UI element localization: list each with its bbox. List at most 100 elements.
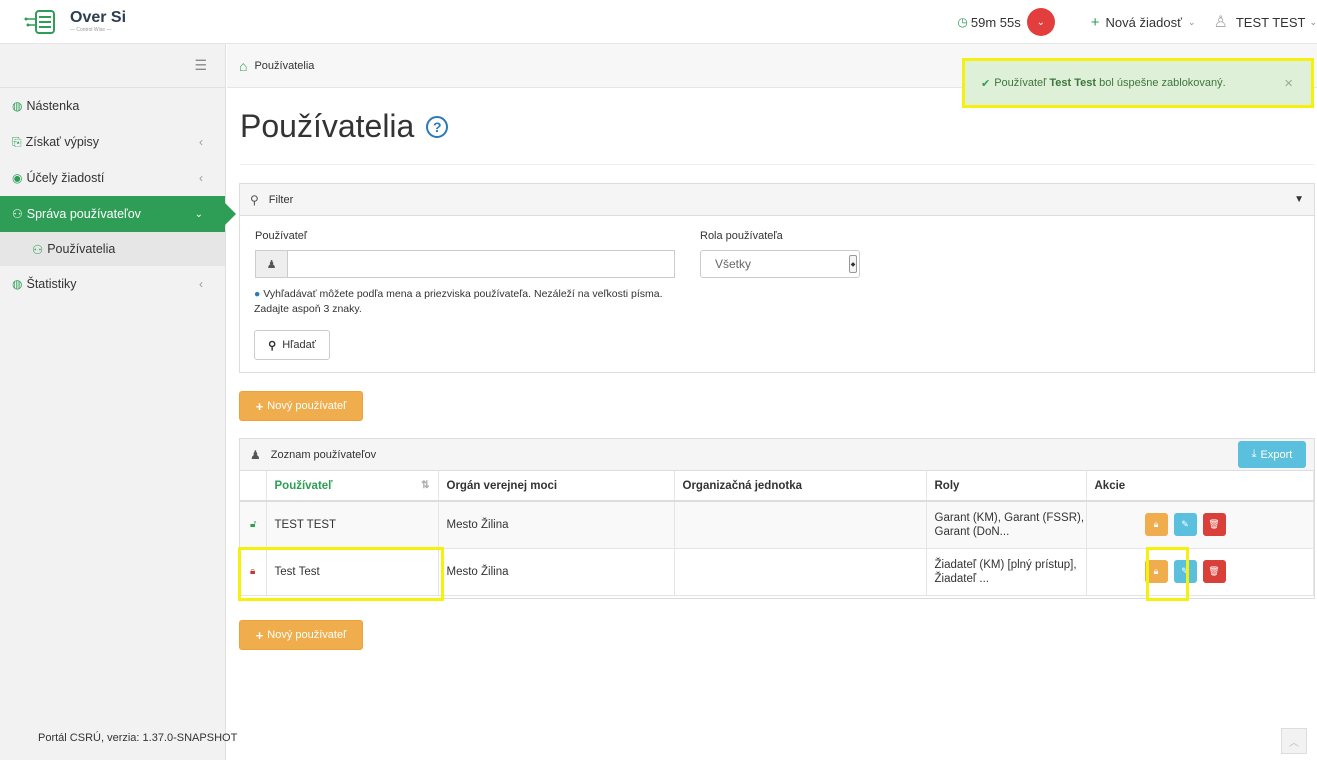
export-label: Export (1260, 448, 1293, 461)
select-arrow-icon: ◆ (849, 255, 857, 273)
plus-icon: + (255, 398, 264, 414)
sidebar-item-label: Štatistiky (26, 277, 77, 291)
cell-user: TEST TEST (266, 501, 439, 549)
column-header-unit: Organizačná jednotka (674, 471, 927, 502)
new-user-label: Nový používateľ (267, 400, 347, 412)
sidebar-item-user-management[interactable]: ⚇ Správa používateľov ⌄ (0, 196, 236, 232)
toast-prefix: Používateľ (994, 77, 1050, 89)
top-bar: Over Si — Control Wise — ◷ 59m 55s ⌄ + N… (0, 0, 1317, 44)
help-icon[interactable]: ? (426, 115, 449, 138)
filter-title: Filter (268, 193, 294, 206)
close-icon[interactable]: × (1284, 75, 1293, 92)
clock-icon: ◷ (957, 15, 968, 29)
column-header-user[interactable]: Používateľ ⇅ (266, 471, 439, 502)
chevron-down-icon: ▼ (1294, 194, 1304, 205)
trash-icon: 🗑︎ (1208, 566, 1220, 576)
search-button[interactable]: ⚲ Hľadať (254, 330, 330, 360)
page-title-text: Používatelia (240, 108, 415, 144)
cell-authority: Mesto Žilina (438, 548, 675, 596)
cell-unit (674, 548, 927, 596)
user-search-input[interactable] (288, 251, 674, 277)
column-header-roles: Roly (926, 471, 1087, 502)
column-header-actions: Akcie (1086, 471, 1314, 502)
page-title: Používatelia ? (240, 108, 449, 145)
trash-icon: 🗑︎ (1208, 519, 1220, 530)
hamburger-icon: ☰ (194, 57, 207, 73)
block-user-button[interactable]: 🔒︎ (1144, 513, 1168, 537)
sidebar-item-statistics[interactable]: ◍ Štatistiky ‹ (0, 266, 225, 302)
new-user-button[interactable]: + Nový používateľ (239, 391, 363, 421)
user-list-header: ♟ Zoznam používateľov ⤓ Export (240, 439, 1314, 471)
chevron-left-icon: ‹ (199, 277, 203, 291)
cell-actions: 🔒︎ ✎ 🗑︎ (1086, 548, 1314, 596)
cell-actions: 🔒︎ ✎ 🗑︎ (1086, 501, 1314, 549)
sidebar-item-dashboard[interactable]: ◍ Nástenka (0, 88, 225, 124)
chevron-left-icon: ‹ (199, 171, 203, 185)
role-select[interactable]: Všetky ◆ (700, 250, 860, 278)
chevron-down-icon: ⌄ (1309, 16, 1317, 27)
breadcrumb-current: Používatelia (254, 59, 315, 72)
filter-panel-header[interactable]: ⚲ Filter ▼ (240, 184, 1314, 216)
edit-user-button[interactable]: ✎ (1173, 513, 1197, 537)
filter-panel: ⚲ Filter ▼ Používateľ ♟ Rola používateľa… (239, 183, 1315, 373)
sort-icon: ⇅ (421, 479, 430, 491)
cell-roles: Žiadateľ (KM) [plný prístup], Žiadateľ .… (926, 548, 1087, 596)
highlight-box (238, 547, 444, 601)
info-icon: ● (254, 288, 261, 300)
user-name: TEST TEST (1235, 14, 1306, 30)
search-button-label: Hľadať (282, 339, 316, 351)
role-field-label: Rola používateľa (700, 230, 783, 242)
column-header-authority: Orgán verejnej moci (438, 471, 675, 502)
delete-user-button[interactable]: 🗑︎ (1202, 560, 1226, 583)
unlock-icon: 🔓︎ (240, 501, 267, 549)
sidebar-item-label: Účely žiadostí (26, 171, 105, 185)
cell-roles: Garant (KM), Garant (FSSR), Garant (DoN.… (926, 501, 1087, 549)
dashboard-icon: ◍ (12, 99, 23, 113)
app-logo[interactable]: Over Si — Control Wise — (24, 9, 126, 35)
edit-icon: ✎ (1181, 519, 1189, 530)
check-circle-icon: ✔ (981, 77, 991, 90)
new-user-button[interactable]: + Nový používateľ (239, 620, 363, 650)
chevron-down-icon: ⌄ (194, 208, 203, 220)
lock-icon: 🔒︎ (1153, 519, 1159, 530)
export-button[interactable]: ⤓ Export (1238, 441, 1306, 468)
sidebar-item-label: Používatelia (47, 242, 116, 256)
session-timer: ◷ 59m 55s ⌄ (957, 8, 1055, 36)
users-icon: ⚇ (12, 207, 23, 221)
chevron-left-icon: ‹ (199, 135, 203, 149)
user-search-group: ♟ (255, 250, 675, 278)
scroll-to-top-button[interactable]: ︿ (1281, 728, 1307, 754)
search-icon: ⚲ (268, 339, 277, 352)
home-icon[interactable]: ⌂ (239, 58, 247, 74)
plus-icon: + (1090, 13, 1100, 31)
toast-suffix: bol úspešne zablokovaný. (1096, 77, 1226, 89)
user-field-label: Používateľ (255, 230, 308, 242)
sidebar-item-label: Nástenka (26, 99, 80, 113)
chevron-down-icon: ⌄ (1187, 16, 1196, 27)
version-footer: Portál CSRÚ, verzia: 1.37.0-SNAPSHOT (38, 732, 238, 744)
delete-user-button[interactable]: 🗑︎ (1202, 513, 1226, 537)
cell-authority: Mesto Žilina (438, 501, 675, 549)
chevron-up-icon: ︿ (1289, 737, 1299, 749)
target-icon: ◉ (12, 171, 23, 185)
users-icon: ⚇ (32, 242, 44, 257)
sidebar: ☰ ◍ Nástenka ⎘ Získať výpisy ‹ ◉ Účely ž… (0, 44, 236, 760)
sidebar-toggle[interactable]: ☰ (0, 44, 225, 88)
sidebar-item-label: Získať výpisy (25, 135, 100, 149)
logo-title: Over Si (70, 8, 127, 26)
user-icon: ♙ (1213, 14, 1228, 31)
sidebar-item-users[interactable]: ⚇ Používatelia (0, 232, 225, 266)
lock-column-header (240, 471, 267, 502)
filter-help-text: ● Vyhľadávať môžete podľa mena a priezvi… (254, 287, 684, 317)
new-request-menu[interactable]: + Nová žiadosť ⌄ (1091, 14, 1196, 31)
success-toast: ✔ Používateľ Test Test bol úspešne zablo… (962, 58, 1314, 108)
user-menu[interactable]: ♙ TEST TEST ⌄ (1214, 12, 1317, 32)
sidebar-item-purposes[interactable]: ◉ Účely žiadostí ‹ (0, 160, 225, 196)
new-request-label: Nová žiadosť (1105, 14, 1182, 30)
sidebar-item-label: Správa používateľov (26, 207, 141, 221)
filter-help-label: Vyhľadávať môžete podľa mena a priezvisk… (254, 288, 663, 315)
timer-dropdown-button[interactable]: ⌄ (1026, 8, 1055, 36)
sidebar-item-extracts[interactable]: ⎘ Získať výpisy ‹ (0, 124, 225, 160)
dashboard-icon: ◍ (12, 277, 23, 291)
copy-icon: ⎘ (12, 134, 22, 149)
